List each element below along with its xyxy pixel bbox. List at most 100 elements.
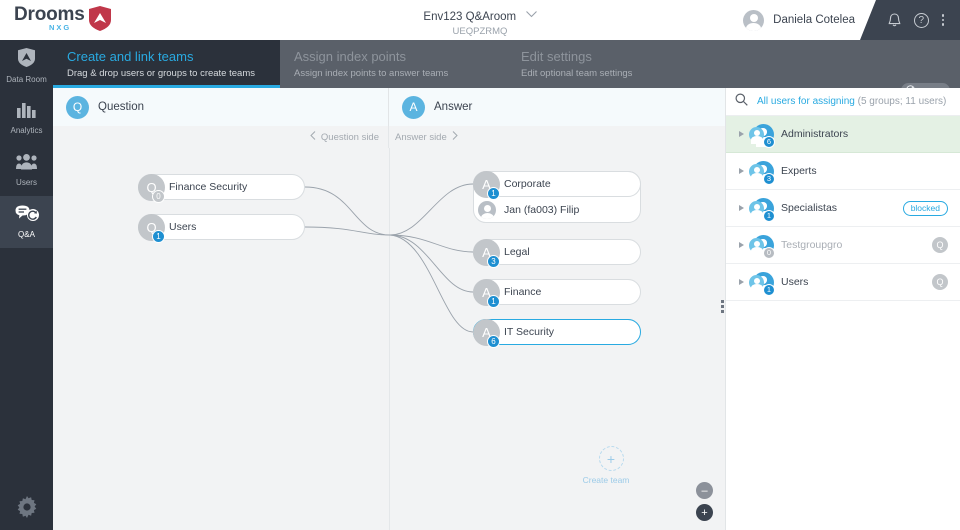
room-name: Env123 Q&Aroom xyxy=(423,11,517,23)
bar-chart-icon xyxy=(17,101,36,123)
answer-side-toggle[interactable]: Answer side xyxy=(389,126,725,148)
sidebar-item-label: Q&A xyxy=(18,230,35,239)
user-group-row[interactable]: 1 Specialistas blocked xyxy=(726,190,960,227)
step-assign-index-points[interactable]: Assign index points Assign index points … xyxy=(280,40,507,88)
panel-resize-handle[interactable] xyxy=(721,300,724,313)
help-icon[interactable]: ? xyxy=(913,12,929,28)
column-divider xyxy=(389,148,390,530)
zoom-out-button[interactable]: – xyxy=(696,482,713,499)
answer-team-node[interactable]: A 1 Finance xyxy=(473,279,641,308)
app-logo[interactable]: Drooms NXG xyxy=(14,5,111,36)
question-column-header: Q Question xyxy=(53,88,389,126)
wizard-step-bar: Create and link teams Drag & drop users … xyxy=(0,40,960,122)
question-side-toggle[interactable]: Question side xyxy=(53,126,389,148)
question-column-title: Question xyxy=(98,101,145,113)
sidebar-item-label: Users xyxy=(16,177,37,187)
expand-triangle-icon[interactable] xyxy=(739,168,744,174)
answer-side-label: Answer side xyxy=(395,131,447,143)
sidebar-item-label: Data Room xyxy=(6,75,47,84)
shield-icon xyxy=(18,48,35,72)
user-name: Daniela Cotelea xyxy=(773,14,855,26)
group-avatar-icon: 1 xyxy=(749,271,775,296)
group-member-count: 0 xyxy=(763,246,775,259)
group-name: Testgroupgro xyxy=(781,239,843,251)
chevron-right-icon xyxy=(452,131,458,143)
question-team-name: Finance Security xyxy=(169,181,248,193)
shield-icon xyxy=(88,6,111,36)
search-icon xyxy=(735,93,748,111)
step-title: Edit settings xyxy=(521,49,592,64)
search-scope-label[interactable]: All users for assigning xyxy=(757,96,855,107)
sidebar-item-qa[interactable]: Q&A xyxy=(0,196,53,248)
group-member-count: 6 xyxy=(763,135,775,148)
group-name: Specialistas xyxy=(781,202,838,214)
answer-team-group: A 1 Corporate Jan (fa003) Filip xyxy=(473,171,641,223)
group-member-count: 1 xyxy=(763,209,775,222)
kebab-menu-icon[interactable] xyxy=(941,14,945,26)
sidebar-item-analytics[interactable]: Analytics xyxy=(0,92,53,144)
chevron-left-icon xyxy=(310,131,316,143)
users-icon xyxy=(16,153,37,175)
search-input[interactable]: All users for assigning (5 groups; 11 us… xyxy=(726,88,960,116)
answer-team-name: Finance xyxy=(504,286,542,298)
user-menu[interactable]: Daniela Cotelea xyxy=(743,0,855,40)
question-badge: Q xyxy=(66,95,89,119)
group-name: Administrators xyxy=(781,128,849,140)
create-team-button[interactable]: + Create team xyxy=(583,446,631,485)
question-side-label: Question side xyxy=(320,131,379,143)
avatar xyxy=(743,9,765,31)
group-member-count: 3 xyxy=(763,172,775,185)
sidebar-item-users[interactable]: Users xyxy=(0,144,53,196)
user-group-row[interactable]: 3 Experts xyxy=(726,153,960,190)
team-member-row[interactable]: Jan (fa003) Filip xyxy=(474,198,642,222)
expand-triangle-icon[interactable] xyxy=(739,131,744,137)
left-sidebar: Data Room Analytics Users Q&A xyxy=(0,40,53,530)
gear-icon[interactable] xyxy=(0,496,53,518)
group-member-count: 1 xyxy=(763,283,775,296)
group-avatar-icon: 3 xyxy=(749,160,775,185)
step-edit-settings[interactable]: Edit settings Edit optional team setting… xyxy=(507,40,734,88)
step-subtitle: Edit optional team settings xyxy=(521,68,633,79)
answer-team-name: IT Security xyxy=(504,326,554,338)
answer-team-node[interactable]: A 1 Corporate xyxy=(473,171,641,200)
zoom-controls: – + xyxy=(696,482,713,521)
answer-node-count: 6 xyxy=(487,335,500,348)
user-group-row[interactable]: 1 Users Q xyxy=(726,264,960,301)
sidebar-item-label: Analytics xyxy=(10,126,43,135)
app-root: Drooms NXG Env123 Q&Aroom UEQPZRMQ Danie… xyxy=(0,0,960,530)
step-create-and-link-teams[interactable]: Create and link teams Drag & drop users … xyxy=(53,40,280,88)
chat-bubbles-icon xyxy=(15,205,39,227)
plus-icon: + xyxy=(598,446,624,471)
user-group-row[interactable]: 6 Administrators xyxy=(726,116,960,153)
question-team-name: Users xyxy=(169,221,197,233)
search-scope-meta: (5 groups; 11 users) xyxy=(857,96,947,107)
team-member-name: Jan (fa003) Filip xyxy=(504,204,580,216)
question-assignment-badge: Q xyxy=(932,274,948,290)
answer-node-count: 1 xyxy=(487,295,500,308)
question-team-node[interactable]: Q 1 Users xyxy=(138,214,305,243)
group-avatar-icon: 1 xyxy=(749,197,775,222)
expand-triangle-icon[interactable] xyxy=(739,279,744,285)
step-title: Create and link teams xyxy=(67,49,194,64)
group-name: Experts xyxy=(781,165,817,177)
question-assignment-badge: Q xyxy=(932,237,948,253)
step-title: Assign index points xyxy=(294,49,407,64)
answer-team-node-selected[interactable]: A 6 IT Security xyxy=(473,319,641,348)
answer-team-node[interactable]: A 3 Legal xyxy=(473,239,641,268)
top-bar-actions: ? xyxy=(860,0,960,40)
answer-node-count: 3 xyxy=(487,255,500,268)
users-panel: All users for assigning (5 groups; 11 us… xyxy=(721,88,960,530)
answer-column-title: Answer xyxy=(434,101,473,113)
group-avatar-icon: 0 xyxy=(749,234,775,259)
answer-badge: A xyxy=(402,95,425,119)
zoom-in-button[interactable]: + xyxy=(696,504,713,521)
top-bar: Drooms NXG Env123 Q&Aroom UEQPZRMQ Danie… xyxy=(0,0,960,40)
question-team-node[interactable]: Q 0 Finance Security xyxy=(138,174,305,203)
group-name: Users xyxy=(781,276,809,288)
expand-triangle-icon[interactable] xyxy=(739,242,744,248)
expand-triangle-icon[interactable] xyxy=(739,205,744,211)
bell-icon[interactable] xyxy=(888,12,901,28)
user-group-row[interactable]: 0 Testgroupgro Q xyxy=(726,227,960,264)
sidebar-item-data-room[interactable]: Data Room xyxy=(0,40,53,92)
logo-subtext: NXG xyxy=(49,23,72,32)
